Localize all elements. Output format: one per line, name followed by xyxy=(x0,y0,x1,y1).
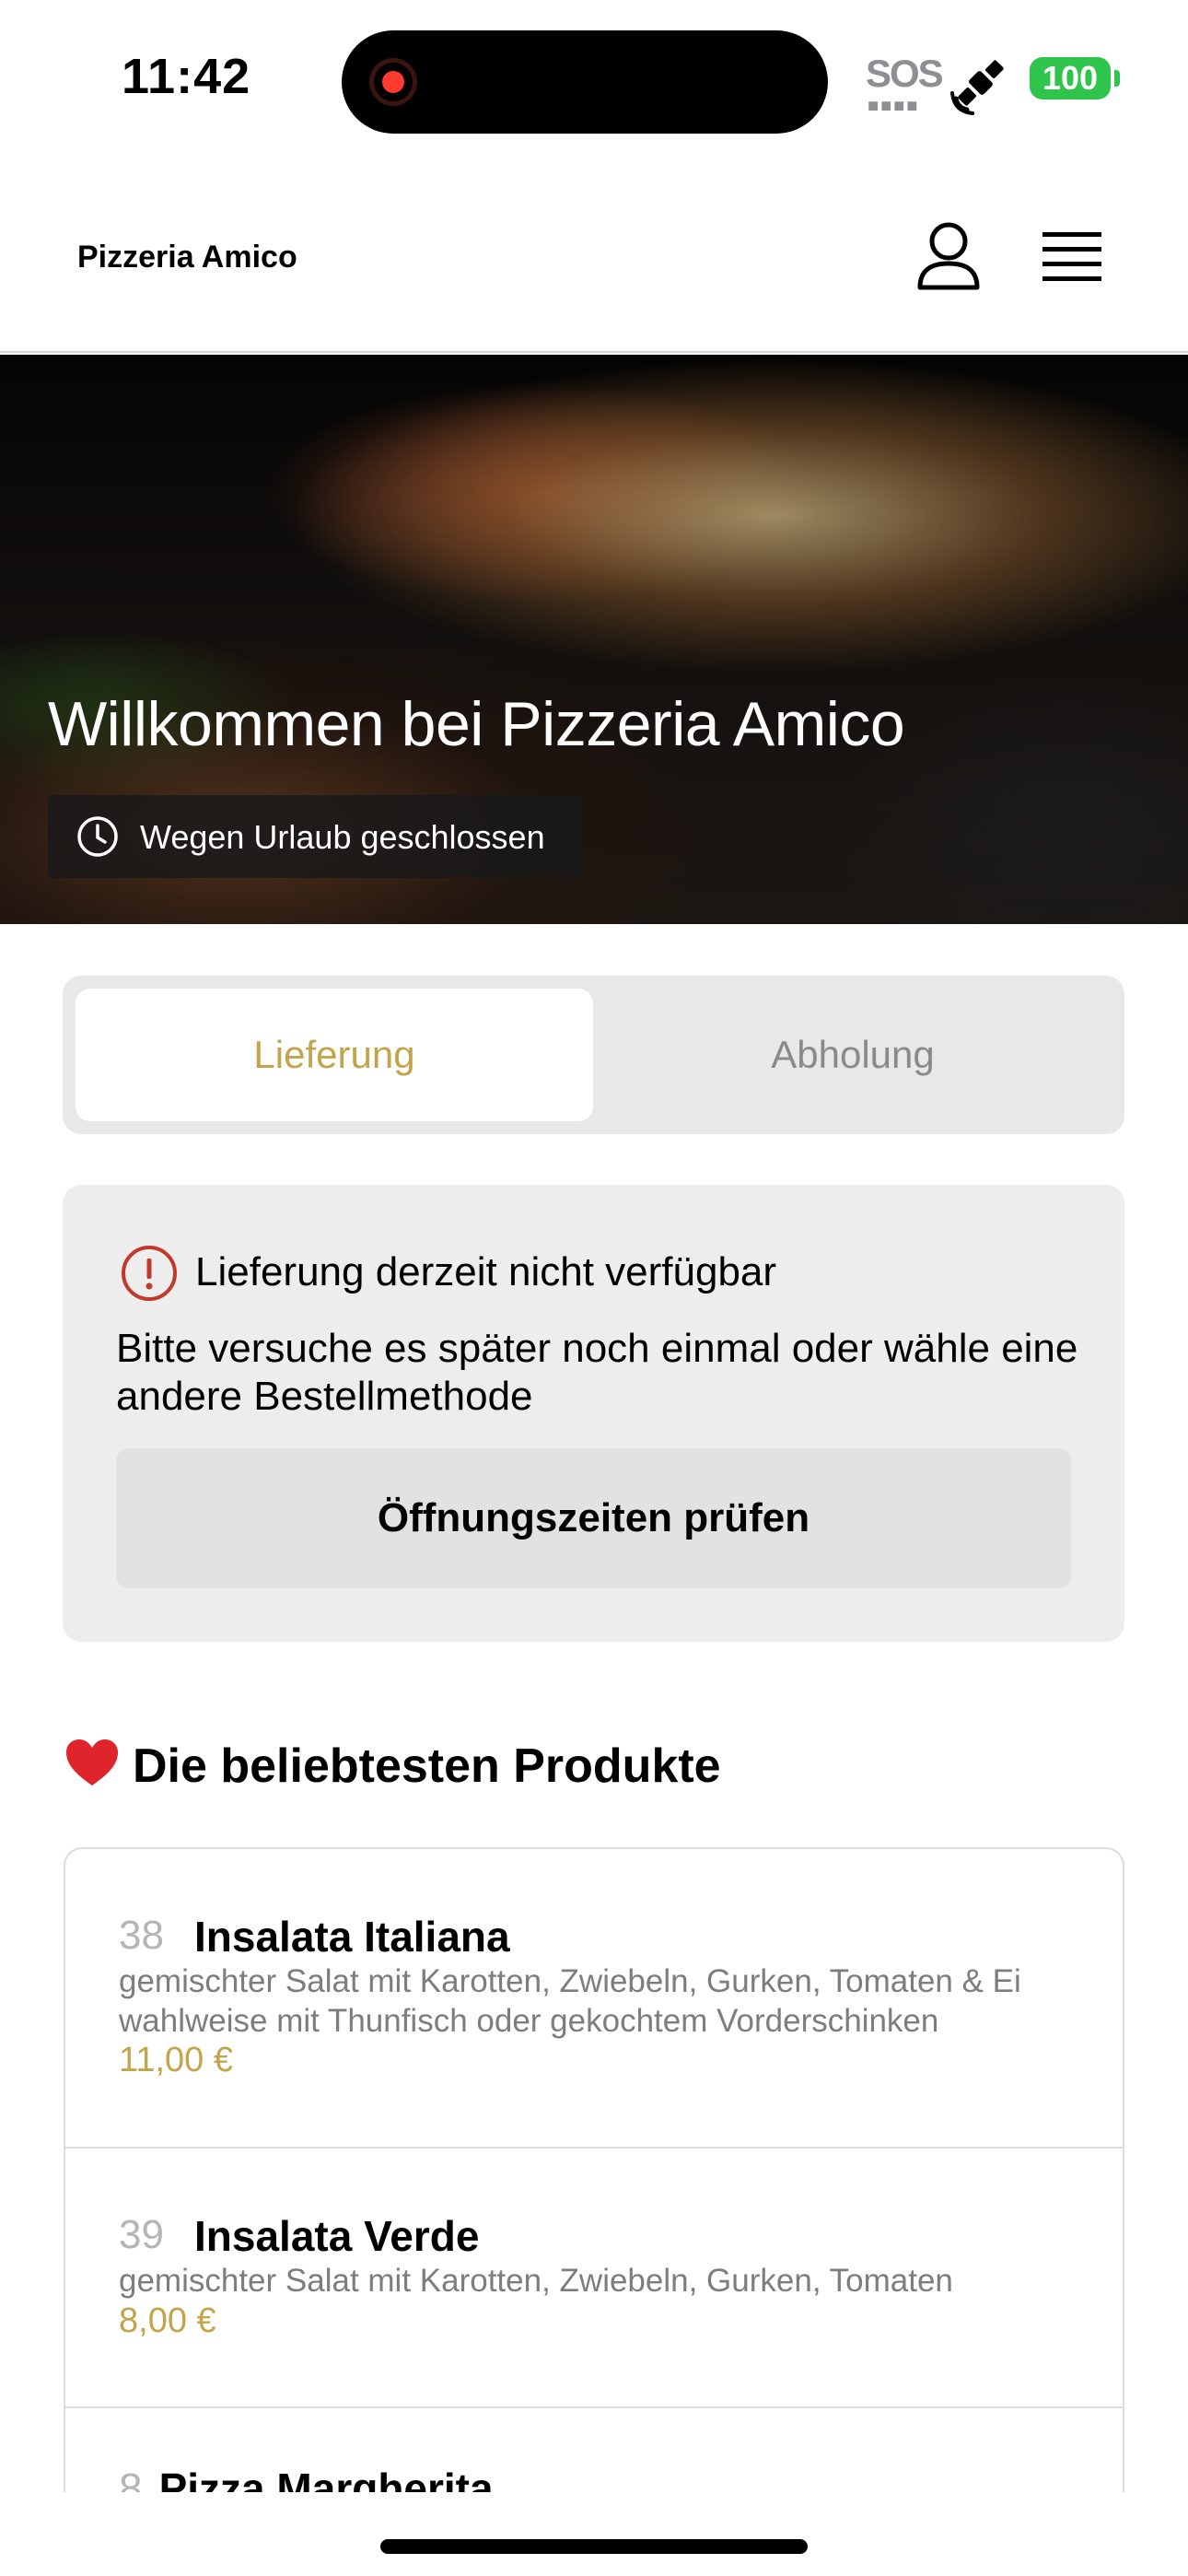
store-status-badge: Wegen Urlaub geschlossen xyxy=(48,795,584,878)
product-description: gemischter Salat mit Karotten, Zwiebeln,… xyxy=(119,2263,953,2299)
product-name: Insalata Italiana xyxy=(194,1913,510,1961)
popular-heading-text: Die beliebtesten Produkte xyxy=(133,1739,721,1793)
satellite-icon xyxy=(950,60,1004,115)
tab-delivery[interactable]: Lieferung xyxy=(76,989,593,1121)
hero-title: Willkommen bei Pizzeria Amico xyxy=(48,689,905,759)
info-icon xyxy=(122,1246,177,1301)
recording-icon xyxy=(369,58,417,106)
app-header: Pizzeria Amico xyxy=(0,157,1188,353)
signal-dots-icon: ■■■■ xyxy=(868,96,920,116)
product-price: 11,00 € xyxy=(119,2041,233,2079)
product-list: 38 Insalata Italiana gemischter Salat mi… xyxy=(64,1847,1124,2492)
battery-tip xyxy=(1114,70,1120,87)
store-status-text: Wegen Urlaub geschlossen xyxy=(140,818,545,856)
product-item[interactable]: 38 Insalata Italiana gemischter Salat mi… xyxy=(65,1849,1123,2149)
product-title-partial: 8 Pizza Margherita xyxy=(119,2464,494,2492)
heart-icon xyxy=(66,1739,118,1786)
sos-indicator: SOS xyxy=(866,52,944,95)
status-bar: 11:42 SOS ■■■■ 100 xyxy=(0,0,1188,157)
popular-products-heading: Die beliebtesten Produkte xyxy=(64,1738,721,1794)
home-indicator[interactable] xyxy=(380,2539,808,2554)
status-time: 11:42 xyxy=(122,49,251,104)
notice-title: Lieferung derzeit nicht verfügbar xyxy=(195,1249,777,1294)
product-number: 8 xyxy=(119,2465,143,2492)
order-type-selector: Lieferung Abholung xyxy=(63,976,1124,1134)
tab-pickup[interactable]: Abholung xyxy=(594,989,1112,1121)
clock-icon xyxy=(77,816,118,857)
hero-banner: Willkommen bei Pizzeria Amico Wegen Urla… xyxy=(0,355,1188,924)
battery-icon: 100 xyxy=(1030,57,1111,100)
notice-body: Bitte versuche es später noch einmal ode… xyxy=(116,1326,1078,1419)
product-item[interactable]: 39 Insalata Verde gemischter Salat mit K… xyxy=(65,2149,1123,2408)
product-number: 38 xyxy=(119,1913,164,1958)
product-number: 39 xyxy=(119,2212,164,2257)
menu-icon[interactable] xyxy=(1041,228,1103,284)
user-icon[interactable] xyxy=(916,221,981,291)
product-item[interactable]: 8 Pizza Margherita xyxy=(65,2408,1123,2492)
product-name: Pizza Margherita xyxy=(158,2465,494,2492)
product-price: 8,00 € xyxy=(119,2301,216,2340)
product-description: gemischter Salat mit Karotten, Zwiebeln,… xyxy=(119,1963,1021,2039)
dynamic-island[interactable] xyxy=(342,30,828,134)
check-opening-hours-button[interactable]: Öffnungszeiten prüfen xyxy=(116,1448,1071,1588)
brand-name[interactable]: Pizzeria Amico xyxy=(77,240,297,275)
product-name: Insalata Verde xyxy=(194,2212,480,2260)
delivery-unavailable-notice: Lieferung derzeit nicht verfügbar Bitte … xyxy=(63,1185,1124,1642)
